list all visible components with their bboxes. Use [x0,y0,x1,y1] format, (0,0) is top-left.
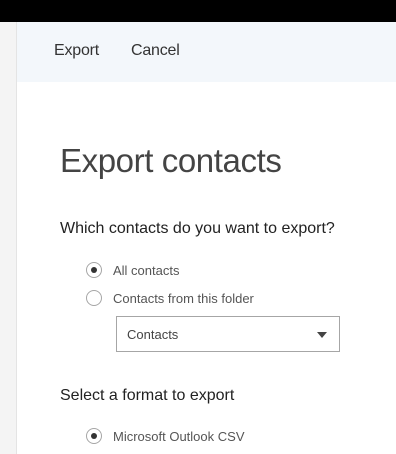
cancel-button[interactable]: Cancel [131,42,180,60]
radio-button-outlook-csv[interactable] [86,428,102,444]
page-title: Export contacts [60,142,282,179]
folder-select[interactable]: Contacts [116,316,340,352]
radio-contacts-from-folder[interactable]: Contacts from this folder [86,290,254,306]
radio-all-contacts[interactable]: All contacts [86,262,179,278]
export-button[interactable]: Export [54,42,99,60]
radio-button-contacts-from-folder[interactable] [86,290,102,306]
chevron-down-icon [317,332,327,338]
radio-outlook-csv[interactable]: Microsoft Outlook CSV [86,428,245,444]
left-pane-edge [0,22,17,454]
radio-label-outlook-csv: Microsoft Outlook CSV [113,428,245,444]
radio-label-contacts-from-folder: Contacts from this folder [113,290,254,306]
folder-select-value: Contacts [127,327,179,342]
radio-button-all-contacts[interactable] [86,262,102,278]
format-heading: Select a format to export [60,387,235,404]
command-toolbar: Export Cancel [17,22,396,82]
radio-label-all-contacts: All contacts [113,262,180,278]
window-top-bar [0,0,396,22]
contacts-question: Which contacts do you want to export? [60,220,335,237]
